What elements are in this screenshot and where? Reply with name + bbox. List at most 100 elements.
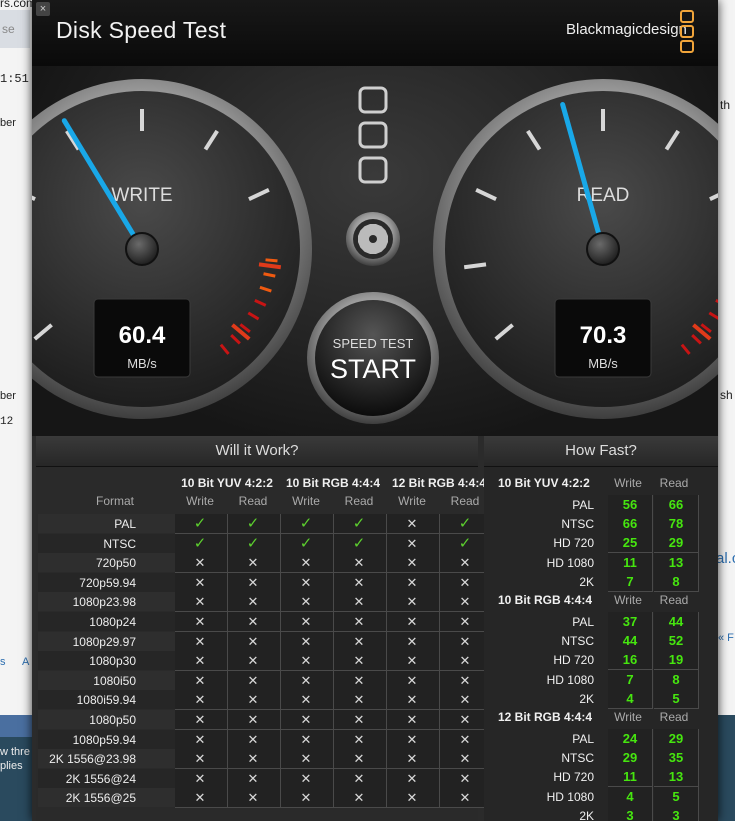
how-fast-read-value: 13 <box>668 769 684 785</box>
check-icon: ✓ <box>193 534 207 552</box>
cross-icon: ✕ <box>247 594 259 610</box>
cross-icon: ✕ <box>194 574 206 590</box>
blackmagic-logo-icon <box>680 10 694 55</box>
cross-icon: ✕ <box>353 751 365 767</box>
format-label: 1080p50 <box>89 713 136 727</box>
how-fast-write-value: 16 <box>622 652 638 668</box>
cross-icon: ✕ <box>353 614 365 629</box>
format-label: 720p50 <box>95 556 136 571</box>
format-label: 1080p24 <box>89 615 136 629</box>
cross-icon: ✕ <box>194 712 206 727</box>
cross-icon: ✕ <box>300 633 312 649</box>
format-label: 1080p29.97 <box>72 634 136 649</box>
cross-icon: ✕ <box>459 555 471 571</box>
gauge-tick <box>258 262 282 270</box>
background-text: 1:51 <box>0 72 29 86</box>
cross-icon: ✕ <box>194 614 206 629</box>
background-text: th <box>720 98 731 112</box>
format-label: 1080i59.94 <box>76 693 136 708</box>
cross-icon: ✕ <box>300 692 312 708</box>
cross-icon: ✕ <box>300 574 312 590</box>
how-fast-row-label: PAL <box>572 498 594 512</box>
check-icon: ✓ <box>458 534 472 552</box>
format-label: PAL <box>114 517 136 531</box>
settings-gear-icon[interactable] <box>346 212 400 266</box>
cross-icon: ✕ <box>194 731 206 747</box>
cross-icon: ✕ <box>459 712 471 727</box>
disk-speed-test-window: × Disk Speed Test Blackmagicdesign WRITE… <box>32 0 718 821</box>
how-fast-row-label: HD 1080 <box>546 789 594 804</box>
how-fast-write-value: 24 <box>622 731 638 746</box>
how-fast-row-label: HD 1080 <box>546 555 594 570</box>
how-fast-write-header: Write <box>614 710 642 724</box>
write-gauge-label: WRITE <box>111 185 172 206</box>
how-fast-read-value: 66 <box>668 497 684 512</box>
cross-icon: ✕ <box>247 614 259 629</box>
check-icon: ✓ <box>458 515 472 532</box>
format-column-header: Format <box>95 494 134 508</box>
cross-icon: ✕ <box>459 790 471 806</box>
how-fast-title: How Fast? <box>484 436 718 467</box>
cross-icon: ✕ <box>459 594 471 610</box>
cross-icon: ✕ <box>406 692 418 708</box>
will-it-work-group-header: 12 Bit RGB 4:4:4 <box>391 476 487 490</box>
how-fast-read-value: 5 <box>672 788 680 804</box>
cross-icon: ✕ <box>353 712 365 727</box>
cross-icon: ✕ <box>300 731 312 747</box>
cross-icon: ✕ <box>406 614 418 629</box>
cross-icon: ✕ <box>300 790 312 806</box>
how-fast-write-header: Write <box>614 476 642 490</box>
background-link[interactable]: « F <box>718 632 734 644</box>
cross-icon: ✕ <box>406 672 418 688</box>
how-fast-read-value: 19 <box>668 652 684 668</box>
background-text: se <box>2 22 15 36</box>
how-fast-write-value: 37 <box>622 614 638 629</box>
how-fast-group-header: 10 Bit YUV 4:2:2 <box>498 476 590 490</box>
cross-icon: ✕ <box>194 692 206 708</box>
background-link[interactable]: A <box>22 656 29 668</box>
how-fast-group-header: 12 Bit RGB 4:4:4 <box>498 710 593 724</box>
gauge-area: WRITE 60.4 MB/s READ 70.3 MB/s SPEED TES… <box>32 66 718 436</box>
background-text: rs.com <box>0 0 36 10</box>
check-icon: ✓ <box>352 534 366 552</box>
cross-icon: ✕ <box>247 653 259 669</box>
cross-icon: ✕ <box>194 594 206 610</box>
format-label: 720p59.94 <box>79 575 136 590</box>
how-fast-read-value: 29 <box>668 731 684 746</box>
how-fast-write-value: 56 <box>622 497 638 512</box>
will-it-work-panel: Will it Work? 10 Bit YUV 4:2:2 10 Bit RGB… <box>36 436 500 821</box>
cross-icon: ✕ <box>194 790 206 806</box>
check-icon: ✓ <box>299 515 313 532</box>
cross-icon: ✕ <box>300 751 312 767</box>
cross-icon: ✕ <box>247 712 259 727</box>
cross-icon: ✕ <box>459 731 471 747</box>
background-text: sh <box>720 388 733 402</box>
cross-icon: ✕ <box>459 770 471 786</box>
cross-icon: ✕ <box>247 770 259 786</box>
cross-icon: ✕ <box>300 653 312 669</box>
cross-icon: ✕ <box>406 731 418 747</box>
gauges-svg: WRITE 60.4 MB/s READ 70.3 MB/s SPEED TES… <box>32 79 718 424</box>
how-fast-read-value: 78 <box>668 516 684 532</box>
cross-icon: ✕ <box>194 770 206 786</box>
cross-icon: ✕ <box>459 653 471 669</box>
start-button[interactable]: SPEED TEST START <box>307 292 439 424</box>
will-it-work-sub-header: Write <box>398 494 426 508</box>
close-icon[interactable]: × <box>36 2 50 16</box>
cross-icon: ✕ <box>247 633 259 649</box>
format-label: NTSC <box>103 536 136 551</box>
cross-icon: ✕ <box>300 594 312 610</box>
background-text: 12 <box>0 416 14 428</box>
background-text: al.c <box>716 550 735 567</box>
background-text: w thre <box>0 746 30 758</box>
background-link[interactable]: s <box>0 656 6 668</box>
cross-icon: ✕ <box>194 672 206 688</box>
background-text: ber <box>0 117 16 129</box>
cross-icon: ✕ <box>353 633 365 649</box>
read-gauge: READ 70.3 MB/s <box>433 79 718 419</box>
cross-icon: ✕ <box>406 535 418 551</box>
will-it-work-title: Will it Work? <box>36 436 478 467</box>
how-fast-read-header: Read <box>659 710 689 724</box>
cross-icon: ✕ <box>353 555 365 571</box>
how-fast-read-value: 29 <box>668 535 684 551</box>
